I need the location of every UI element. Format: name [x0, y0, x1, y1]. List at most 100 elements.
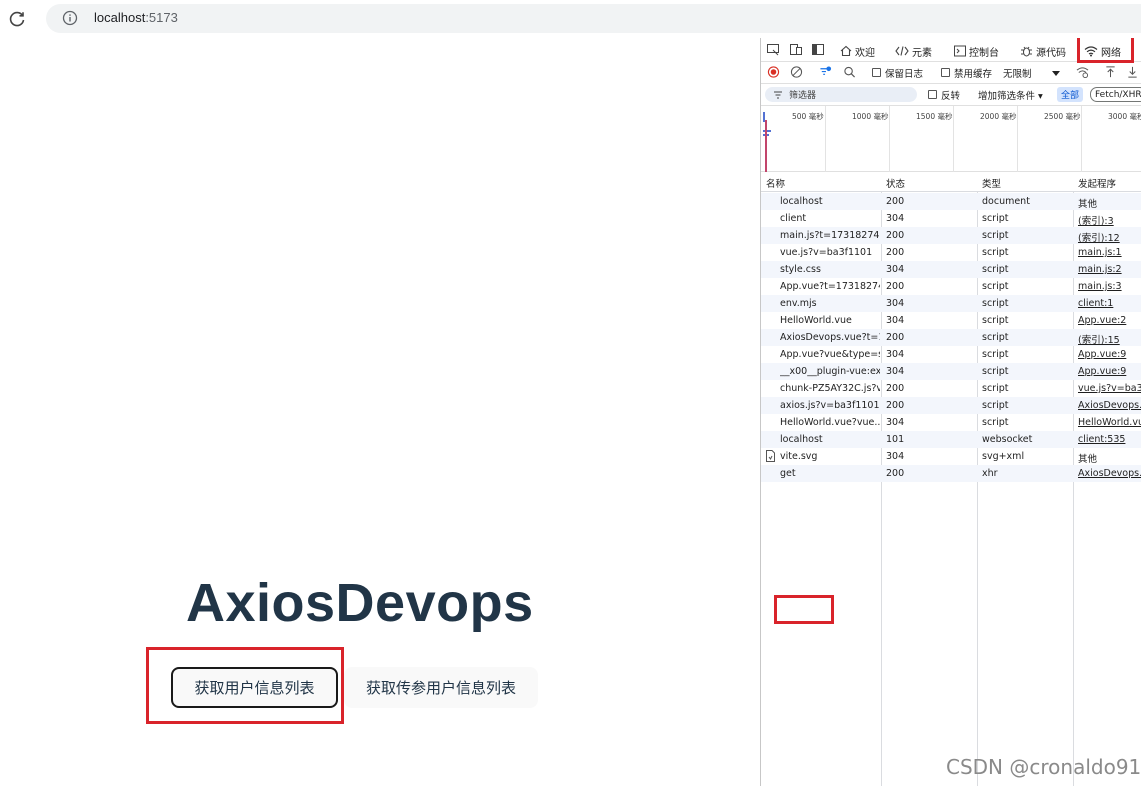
preserve-log-label: 保留日志 [885, 69, 924, 80]
column-header-type[interactable]: 类型 [982, 176, 1001, 190]
column-header-name[interactable]: 名称 [766, 176, 785, 190]
table-row[interactable]: localhost 200 document 其他 [761, 193, 1141, 210]
cell-name: vue.js?v=ba3f1101 [780, 247, 873, 258]
export-har-icon[interactable] [1126, 66, 1139, 78]
cell-name: env.mjs [780, 298, 817, 309]
cell-status: 304 [886, 366, 905, 377]
url-text[interactable]: localhost:5173 [94, 10, 178, 25]
cell-initiator: 其他 [1078, 454, 1098, 465]
table-row[interactable]: chunk-PZ5AY32C.js?v... 200 script vue.js?v=… [761, 380, 1141, 397]
tab-elements[interactable]: 元素 [895, 43, 932, 59]
funnel-icon [774, 90, 782, 99]
throttle-select[interactable]: 无限制 [1003, 66, 1032, 80]
inspect-icon[interactable] [767, 44, 780, 56]
clear-icon[interactable] [790, 66, 803, 78]
table-row[interactable]: App.vue?t=17318274... 200 script main.js:3 [761, 278, 1141, 295]
network-conditions-icon[interactable] [1076, 66, 1089, 78]
column-header-status[interactable]: 状态 [886, 176, 905, 190]
cell-initiator[interactable]: App.vue:9 [1078, 349, 1141, 360]
cell-status: 200 [886, 383, 905, 394]
filter-toggle-icon[interactable] [819, 66, 832, 78]
cell-name: localhost [780, 196, 823, 207]
invert-checkbox[interactable] [928, 90, 937, 99]
cell-initiator[interactable]: client:1 [1078, 298, 1141, 309]
cell-initiator[interactable]: AxiosDevops.vu [1078, 468, 1141, 479]
cell-status: 200 [886, 196, 905, 207]
disable-cache-checkbox[interactable] [941, 68, 950, 77]
caret-down-icon[interactable] [1050, 68, 1063, 80]
table-row[interactable]: get 200 xhr AxiosDevops.vu [761, 465, 1141, 482]
cell-initiator[interactable]: main.js:3 [1078, 281, 1141, 292]
get-param-user-list-button[interactable]: 获取传参用户信息列表 [344, 667, 538, 708]
table-row[interactable]: HelloWorld.vue 304 script App.vue:2 [761, 312, 1141, 329]
cell-initiator[interactable]: main.js:1 [1078, 247, 1141, 258]
disable-cache-label: 禁用缓存 [954, 69, 993, 80]
record-icon[interactable] [767, 66, 780, 78]
table-row[interactable]: vue.js?v=ba3f1101 200 script main.js:1 [761, 244, 1141, 261]
more-filters-dropdown[interactable]: 增加筛选条件 ▾ [978, 88, 1043, 102]
search-icon[interactable] [843, 66, 856, 78]
timeline-gridline [953, 106, 954, 172]
cell-initiator[interactable]: (索引):3 [1078, 213, 1141, 227]
cell-status: 200 [886, 247, 905, 258]
cell-type: script [982, 247, 1009, 258]
cell-type: script [982, 332, 1009, 343]
bug-icon [1021, 46, 1032, 57]
cell-status: 304 [886, 451, 905, 462]
cell-initiator[interactable]: HelloWorld.vue [1078, 417, 1141, 428]
column-header-initiator[interactable]: 发起程序 [1078, 176, 1116, 190]
cell-initiator[interactable]: AxiosDevops.vu [1078, 400, 1141, 411]
cell-status: 200 [886, 468, 905, 479]
tab-console[interactable]: 控制台 [954, 43, 999, 59]
cell-status: 101 [886, 434, 905, 445]
cell-type: script [982, 281, 1009, 292]
cell-status: 304 [886, 213, 905, 224]
filter-all[interactable]: 全部 [1057, 87, 1084, 102]
cell-name: AxiosDevops.vue?t=1... [780, 332, 880, 343]
cell-name: App.vue?t=17318274... [780, 281, 880, 292]
url-port: :5173 [145, 10, 178, 25]
cell-name: vite.svg [780, 451, 818, 462]
cell-initiator[interactable]: App.vue:9 [1078, 366, 1141, 377]
filter-input[interactable]: 筛选器 [765, 87, 917, 102]
cell-initiator[interactable]: main.js:2 [1078, 264, 1141, 275]
cell-name: HelloWorld.vue [780, 315, 852, 326]
cell-status: 304 [886, 264, 905, 275]
table-row[interactable]: AxiosDevops.vue?t=1... 200 script (索引):15 [761, 329, 1141, 346]
table-row[interactable]: axios.js?v=ba3f1101 200 script AxiosDevops.… [761, 397, 1141, 414]
highlight-box-network-tab [1077, 38, 1134, 63]
filter-fetch-xhr[interactable]: Fetch/XHR [1090, 87, 1141, 102]
cell-initiator[interactable]: client:535 [1078, 434, 1141, 445]
table-row[interactable]: vite.svg 304 svg+xml 其他 [761, 448, 1141, 465]
table-row[interactable]: style.css 304 script main.js:2 [761, 261, 1141, 278]
table-row[interactable]: main.js?t=173182749... 200 script (索引):12 [761, 227, 1141, 244]
url-bar[interactable]: localhost:5173 [46, 4, 1141, 33]
site-info-icon[interactable] [62, 10, 78, 26]
cell-status: 304 [886, 349, 905, 360]
address-bar-area: localhost:5173 [0, 0, 1141, 38]
cell-initiator[interactable]: App.vue:2 [1078, 315, 1141, 326]
filter-bar: 筛选器 反转 增加筛选条件 ▾ 全部 Fetch/XHR [761, 84, 1141, 106]
cell-initiator[interactable]: (索引):12 [1078, 230, 1141, 244]
cell-initiator[interactable]: vue.js?v=ba3f1 [1078, 383, 1141, 394]
tab-welcome[interactable]: 欢迎 [840, 43, 875, 59]
table-row[interactable]: env.mjs 304 script client:1 [761, 295, 1141, 312]
url-host: localhost [94, 10, 146, 25]
cell-initiator[interactable]: (索引):15 [1078, 332, 1141, 346]
tab-sources[interactable]: 源代码 [1020, 43, 1066, 59]
preserve-log-checkbox[interactable] [872, 68, 881, 77]
reload-icon[interactable] [7, 9, 27, 29]
network-timeline-overview[interactable]: 500 毫秒 1000 毫秒 1500 毫秒 2000 毫秒 2500 毫秒 3… [761, 106, 1141, 172]
cell-status: 304 [886, 315, 905, 326]
timeline-gridline [1017, 106, 1018, 172]
table-row[interactable]: __x00__plugin-vue:ex... 304 script App.vue:… [761, 363, 1141, 380]
device-toolbar-icon[interactable] [790, 44, 803, 56]
cell-name: __x00__plugin-vue:ex... [780, 366, 880, 377]
table-row[interactable]: localhost 101 websocket client:535 [761, 431, 1141, 448]
table-row[interactable]: client 304 script (索引):3 [761, 210, 1141, 227]
table-row[interactable]: HelloWorld.vue?vue... 304 script HelloWorld… [761, 414, 1141, 431]
import-har-icon[interactable] [1104, 66, 1117, 78]
dock-side-icon[interactable] [812, 44, 825, 56]
highlight-box-button [146, 647, 344, 724]
table-row[interactable]: App.vue?vue&type=s... 304 script App.vue:9 [761, 346, 1141, 363]
